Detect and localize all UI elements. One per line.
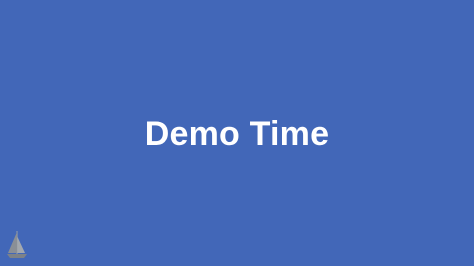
slide: Demo Time	[0, 0, 474, 266]
slide-title: Demo Time	[144, 115, 330, 153]
sailboat-icon	[5, 229, 29, 261]
